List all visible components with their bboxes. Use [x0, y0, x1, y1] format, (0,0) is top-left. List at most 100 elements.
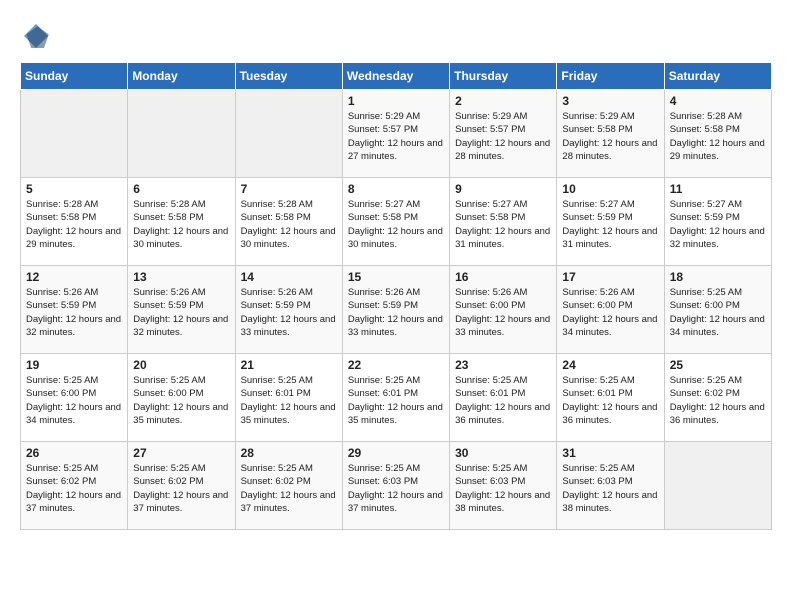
col-header-monday: Monday [128, 63, 235, 90]
day-info: Sunrise: 5:25 AM Sunset: 6:00 PM Dayligh… [133, 374, 229, 427]
day-number: 3 [562, 94, 658, 108]
day-number: 8 [348, 182, 444, 196]
day-info: Sunrise: 5:27 AM Sunset: 5:58 PM Dayligh… [348, 198, 444, 251]
day-number: 11 [670, 182, 766, 196]
day-info: Sunrise: 5:26 AM Sunset: 5:59 PM Dayligh… [241, 286, 337, 339]
day-number: 15 [348, 270, 444, 284]
day-number: 24 [562, 358, 658, 372]
day-info: Sunrise: 5:25 AM Sunset: 6:01 PM Dayligh… [455, 374, 551, 427]
calendar-cell: 28Sunrise: 5:25 AM Sunset: 6:02 PM Dayli… [235, 442, 342, 530]
day-info: Sunrise: 5:26 AM Sunset: 6:00 PM Dayligh… [562, 286, 658, 339]
day-number: 26 [26, 446, 122, 460]
day-info: Sunrise: 5:25 AM Sunset: 6:03 PM Dayligh… [562, 462, 658, 515]
day-info: Sunrise: 5:25 AM Sunset: 6:03 PM Dayligh… [455, 462, 551, 515]
calendar-cell: 13Sunrise: 5:26 AM Sunset: 5:59 PM Dayli… [128, 266, 235, 354]
day-number: 7 [241, 182, 337, 196]
calendar-cell: 21Sunrise: 5:25 AM Sunset: 6:01 PM Dayli… [235, 354, 342, 442]
day-number: 27 [133, 446, 229, 460]
week-row-5: 26 Sunrise: 5:25 AM Sunset: 6:02 PM Dayli… [21, 442, 772, 530]
day-number: 18 [670, 270, 766, 284]
day-info: Sunrise: 5:28 AM Sunset: 5:58 PM Dayligh… [670, 110, 766, 163]
day-number: 5 [26, 182, 122, 196]
week-row-4: 19 Sunrise: 5:25 AM Sunset: 6:00 PM Dayli… [21, 354, 772, 442]
col-header-wednesday: Wednesday [342, 63, 449, 90]
col-header-thursday: Thursday [450, 63, 557, 90]
day-info: Sunrise: 5:25 AM Sunset: 6:00 PM Dayligh… [670, 286, 766, 339]
week-row-3: 12 Sunrise: 5:26 AM Sunset: 5:59 PM Dayli… [21, 266, 772, 354]
col-header-friday: Friday [557, 63, 664, 90]
calendar-cell: 7 Sunrise: 5:28 AM Sunset: 5:58 PM Daylig… [235, 178, 342, 266]
page-header [20, 20, 772, 52]
day-info: Sunrise: 5:25 AM Sunset: 6:01 PM Dayligh… [241, 374, 337, 427]
week-row-2: 5 Sunrise: 5:28 AM Sunset: 5:58 PM Daylig… [21, 178, 772, 266]
calendar-cell: 26 Sunrise: 5:25 AM Sunset: 6:02 PM Dayli… [21, 442, 128, 530]
day-info: Sunrise: 5:28 AM Sunset: 5:58 PM Dayligh… [133, 198, 229, 251]
calendar-cell: 18 Sunrise: 5:25 AM Sunset: 6:00 PM Dayli… [664, 266, 771, 354]
col-header-sunday: Sunday [21, 63, 128, 90]
day-info: Sunrise: 5:26 AM Sunset: 5:59 PM Dayligh… [348, 286, 444, 339]
calendar-cell: 29 Sunrise: 5:25 AM Sunset: 6:03 PM Dayli… [342, 442, 449, 530]
day-number: 19 [26, 358, 122, 372]
day-number: 6 [133, 182, 229, 196]
day-number: 22 [348, 358, 444, 372]
day-info: Sunrise: 5:25 AM Sunset: 6:02 PM Dayligh… [241, 462, 337, 515]
week-row-1: 1 Sunrise: 5:29 AM Sunset: 5:57 PM Daylig… [21, 90, 772, 178]
day-number: 10 [562, 182, 658, 196]
day-info: Sunrise: 5:26 AM Sunset: 5:59 PM Dayligh… [26, 286, 122, 339]
calendar-cell: 15 Sunrise: 5:26 AM Sunset: 5:59 PM Dayli… [342, 266, 449, 354]
day-info: Sunrise: 5:25 AM Sunset: 6:00 PM Dayligh… [26, 374, 122, 427]
calendar-cell: 20 Sunrise: 5:25 AM Sunset: 6:00 PM Dayli… [128, 354, 235, 442]
day-number: 20 [133, 358, 229, 372]
calendar-cell: 6 Sunrise: 5:28 AM Sunset: 5:58 PM Daylig… [128, 178, 235, 266]
day-info: Sunrise: 5:29 AM Sunset: 5:57 PM Dayligh… [455, 110, 551, 163]
header-row: SundayMondayTuesdayWednesdayThursdayFrid… [21, 63, 772, 90]
calendar-cell: 10 Sunrise: 5:27 AM Sunset: 5:59 PM Dayli… [557, 178, 664, 266]
calendar-body: 1 Sunrise: 5:29 AM Sunset: 5:57 PM Daylig… [21, 90, 772, 530]
day-info: Sunrise: 5:28 AM Sunset: 5:58 PM Dayligh… [26, 198, 122, 251]
calendar-cell: 17Sunrise: 5:26 AM Sunset: 6:00 PM Dayli… [557, 266, 664, 354]
day-number: 13 [133, 270, 229, 284]
day-number: 4 [670, 94, 766, 108]
day-info: Sunrise: 5:25 AM Sunset: 6:01 PM Dayligh… [348, 374, 444, 427]
calendar-cell: 22 Sunrise: 5:25 AM Sunset: 6:01 PM Dayli… [342, 354, 449, 442]
calendar-cell: 31Sunrise: 5:25 AM Sunset: 6:03 PM Dayli… [557, 442, 664, 530]
day-info: Sunrise: 5:26 AM Sunset: 6:00 PM Dayligh… [455, 286, 551, 339]
calendar-header: SundayMondayTuesdayWednesdayThursdayFrid… [21, 63, 772, 90]
day-number: 2 [455, 94, 551, 108]
calendar-cell: 24 Sunrise: 5:25 AM Sunset: 6:01 PM Dayli… [557, 354, 664, 442]
day-number: 1 [348, 94, 444, 108]
calendar-cell [21, 90, 128, 178]
day-info: Sunrise: 5:27 AM Sunset: 5:59 PM Dayligh… [670, 198, 766, 251]
day-info: Sunrise: 5:25 AM Sunset: 6:01 PM Dayligh… [562, 374, 658, 427]
day-number: 12 [26, 270, 122, 284]
calendar-cell [128, 90, 235, 178]
calendar-cell [235, 90, 342, 178]
day-info: Sunrise: 5:27 AM Sunset: 5:58 PM Dayligh… [455, 198, 551, 251]
calendar-cell: 25Sunrise: 5:25 AM Sunset: 6:02 PM Dayli… [664, 354, 771, 442]
day-info: Sunrise: 5:29 AM Sunset: 5:57 PM Dayligh… [348, 110, 444, 163]
day-info: Sunrise: 5:25 AM Sunset: 6:02 PM Dayligh… [670, 374, 766, 427]
calendar-cell: 11 Sunrise: 5:27 AM Sunset: 5:59 PM Dayli… [664, 178, 771, 266]
calendar-cell: 3 Sunrise: 5:29 AM Sunset: 5:58 PM Daylig… [557, 90, 664, 178]
day-info: Sunrise: 5:28 AM Sunset: 5:58 PM Dayligh… [241, 198, 337, 251]
calendar-cell: 5 Sunrise: 5:28 AM Sunset: 5:58 PM Daylig… [21, 178, 128, 266]
day-number: 9 [455, 182, 551, 196]
day-info: Sunrise: 5:29 AM Sunset: 5:58 PM Dayligh… [562, 110, 658, 163]
calendar-cell: 4 Sunrise: 5:28 AM Sunset: 5:58 PM Daylig… [664, 90, 771, 178]
day-info: Sunrise: 5:25 AM Sunset: 6:02 PM Dayligh… [26, 462, 122, 515]
calendar-cell [664, 442, 771, 530]
calendar-table: SundayMondayTuesdayWednesdayThursdayFrid… [20, 62, 772, 530]
day-info: Sunrise: 5:27 AM Sunset: 5:59 PM Dayligh… [562, 198, 658, 251]
day-number: 23 [455, 358, 551, 372]
day-number: 30 [455, 446, 551, 460]
calendar-cell: 23 Sunrise: 5:25 AM Sunset: 6:01 PM Dayli… [450, 354, 557, 442]
calendar-cell: 14Sunrise: 5:26 AM Sunset: 5:59 PM Dayli… [235, 266, 342, 354]
calendar-cell: 16 Sunrise: 5:26 AM Sunset: 6:00 PM Dayli… [450, 266, 557, 354]
day-number: 16 [455, 270, 551, 284]
calendar-cell: 9 Sunrise: 5:27 AM Sunset: 5:58 PM Daylig… [450, 178, 557, 266]
col-header-tuesday: Tuesday [235, 63, 342, 90]
day-info: Sunrise: 5:25 AM Sunset: 6:02 PM Dayligh… [133, 462, 229, 515]
day-info: Sunrise: 5:25 AM Sunset: 6:03 PM Dayligh… [348, 462, 444, 515]
day-number: 29 [348, 446, 444, 460]
logo-icon [20, 20, 52, 52]
